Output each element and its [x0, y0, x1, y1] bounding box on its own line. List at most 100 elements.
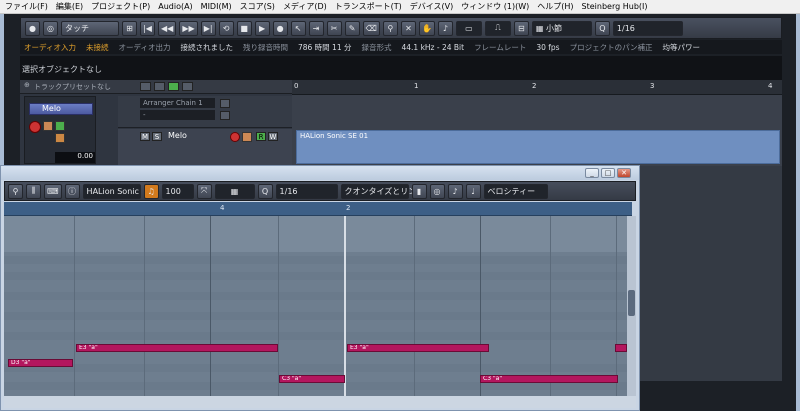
controller-lane-select[interactable]: ベロシティー — [483, 183, 548, 199]
editor-quantize-icon[interactable]: Q — [257, 183, 273, 199]
editor-note-icon[interactable]: ♪ — [447, 183, 463, 199]
editor-split-icon[interactable]: ⫼ — [26, 183, 41, 199]
horizontal-scrollbar[interactable] — [4, 396, 636, 408]
mute-tool-icon[interactable]: ✕ — [400, 20, 416, 36]
frame-rate-value[interactable]: 30 fps — [536, 43, 559, 52]
editor-instrument-select[interactable]: HALion Sonic — [82, 183, 141, 199]
track-option-1-icon[interactable] — [140, 82, 151, 91]
stop-button[interactable]: ■ — [236, 20, 252, 36]
activate-project-button[interactable]: ● — [25, 20, 40, 36]
insert-velocity-field[interactable]: 100 — [161, 183, 194, 199]
speaker-tool-icon[interactable]: ♪ — [437, 20, 453, 36]
arranger-chain-select[interactable]: Arranger Chain 1 — [140, 98, 215, 108]
split-tool-icon[interactable]: ✂ — [326, 20, 342, 36]
editor-info-icon[interactable]: ⓘ — [64, 183, 80, 199]
menu-media[interactable]: メディア(D) — [283, 0, 327, 13]
menu-transport[interactable]: トランスポート(T) — [335, 0, 402, 13]
record-button[interactable]: ● — [272, 20, 288, 36]
solo-button[interactable]: S — [152, 132, 162, 141]
midi-note[interactable] — [615, 344, 627, 352]
automation-mode-select[interactable]: タッチ — [61, 20, 119, 36]
quantize-icon[interactable]: Q — [594, 20, 610, 36]
arranger-play-icon[interactable] — [220, 111, 230, 120]
editor-pitch-icon[interactable]: ♩ — [465, 183, 481, 199]
editor-length-quantize-select[interactable]: クオンタイズとリン — [340, 183, 416, 199]
menu-file[interactable]: ファイル(F) — [5, 0, 48, 13]
pan-law-value[interactable]: 均等パワー — [662, 42, 700, 53]
editor-keyboard-icon[interactable]: ⌨ — [44, 183, 62, 199]
read-automation-button[interactable] — [55, 121, 65, 131]
note-display[interactable]: D3 "a" E3 "a" C3 "a" E3 "a" C3 "a" — [4, 216, 627, 396]
track-option-3-icon[interactable] — [168, 82, 179, 91]
forward-button[interactable]: ▶▶ — [179, 20, 198, 36]
editor-color-icon[interactable]: ◎ — [429, 183, 445, 199]
track-write-button[interactable]: W — [268, 132, 278, 141]
midi-note-e3[interactable]: E3 "a" — [347, 344, 489, 352]
grid-type-select[interactable]: ▦ 小節 — [531, 20, 592, 36]
color-select-icon[interactable]: ▭ — [455, 20, 482, 36]
menu-audio[interactable]: Audio(A) — [158, 0, 192, 13]
vertical-scroll-thumb[interactable] — [628, 290, 635, 316]
audio-input-value[interactable]: 未接続 — [86, 42, 109, 53]
track-monitor-button[interactable] — [242, 132, 252, 142]
cycle-button[interactable]: ⟲ — [218, 20, 234, 36]
arranger-mode-icon[interactable] — [220, 99, 230, 108]
menu-window[interactable]: ウィンドウ (1)(W) — [461, 0, 529, 13]
draw-tool-icon[interactable]: ✎ — [344, 20, 360, 36]
midi-note-e3[interactable]: E3 "a" — [76, 344, 278, 352]
menu-midi[interactable]: MIDI(M) — [201, 0, 232, 13]
menu-hub[interactable]: Steinberg Hub(I) — [582, 0, 648, 13]
track-option-4-icon[interactable] — [182, 82, 193, 91]
rec-format-value[interactable]: 44.1 kHz - 24 Bit — [401, 43, 464, 52]
volume-readout[interactable]: 0.00 — [55, 152, 95, 163]
zoom-tool-icon[interactable]: ⚲ — [382, 20, 398, 36]
hand-tool-icon[interactable]: ✋ — [418, 20, 435, 36]
quantize-select[interactable]: 1/16 — [612, 20, 683, 36]
editor-quantize-select[interactable]: 1/16 — [275, 183, 338, 199]
window-layout-icon[interactable]: ⊞ — [122, 20, 137, 36]
midi-note-d3[interactable]: D3 "a" — [8, 359, 73, 367]
constrain-delay-icon[interactable]: ◎ — [43, 20, 58, 36]
play-button[interactable]: ▶ — [254, 20, 270, 36]
editor-step-icon[interactable]: ♫ — [143, 183, 159, 199]
editor-snap-type-select[interactable]: ▦ — [214, 183, 255, 199]
menu-help[interactable]: ヘルプ(H) — [537, 0, 573, 13]
midi-part[interactable]: HALion Sonic SE 01 — [296, 130, 780, 164]
track-name[interactable]: Melo — [168, 131, 187, 140]
erase-tool-icon[interactable]: ⌫ — [362, 20, 380, 36]
range-tool-icon[interactable]: ⇥ — [308, 20, 324, 36]
editor-level-icon[interactable]: ▮ — [411, 183, 427, 199]
track-option-2-icon[interactable] — [154, 82, 165, 91]
monitor-button[interactable] — [43, 121, 53, 131]
object-select-tool-icon[interactable]: ↖ — [290, 20, 306, 36]
midi-note-c3[interactable]: C3 "a" — [279, 375, 345, 383]
audio-output-value[interactable]: 接続されました — [180, 42, 233, 53]
editor-zoom-icon[interactable]: ⚲ — [8, 183, 23, 199]
maximize-button[interactable]: □ — [601, 168, 615, 178]
midi-note-c3[interactable]: C3 "a" — [480, 375, 618, 383]
add-track-icon[interactable]: ⊕ — [24, 81, 30, 89]
menu-project[interactable]: プロジェクト(P) — [91, 0, 150, 13]
go-to-end-button[interactable]: ▶| — [200, 20, 216, 36]
key-editor-ruler[interactable]: 4 2 — [4, 202, 632, 216]
project-ruler[interactable]: 0 1 2 3 4 — [292, 80, 782, 95]
mute-button[interactable]: M — [140, 132, 150, 141]
menu-edit[interactable]: 編集(E) — [56, 0, 83, 13]
track-record-button[interactable] — [230, 132, 240, 142]
auto-scroll-icon[interactable]: ⎍ — [484, 20, 511, 36]
menu-devices[interactable]: デバイス(V) — [410, 0, 453, 13]
snap-on-off-icon[interactable]: ⊟ — [513, 20, 529, 36]
close-button[interactable]: ✕ — [617, 168, 631, 178]
minimize-button[interactable]: _ — [585, 168, 599, 178]
instrument-track: M S Melo R W — [118, 129, 292, 165]
pitch-lane — [4, 272, 627, 280]
arranger-event-select[interactable]: - — [140, 110, 215, 120]
rewind-button[interactable]: ◀◀ — [158, 20, 177, 36]
editor-snap-icon[interactable]: ⤧ — [196, 183, 212, 199]
write-automation-button[interactable] — [55, 133, 65, 143]
inspector-track-name[interactable]: Melo — [29, 103, 93, 115]
record-enable-button[interactable] — [29, 121, 41, 133]
menu-score[interactable]: スコア(S) — [240, 0, 275, 13]
track-read-button[interactable]: R — [256, 132, 266, 141]
go-to-start-button[interactable]: |◀ — [140, 20, 155, 36]
